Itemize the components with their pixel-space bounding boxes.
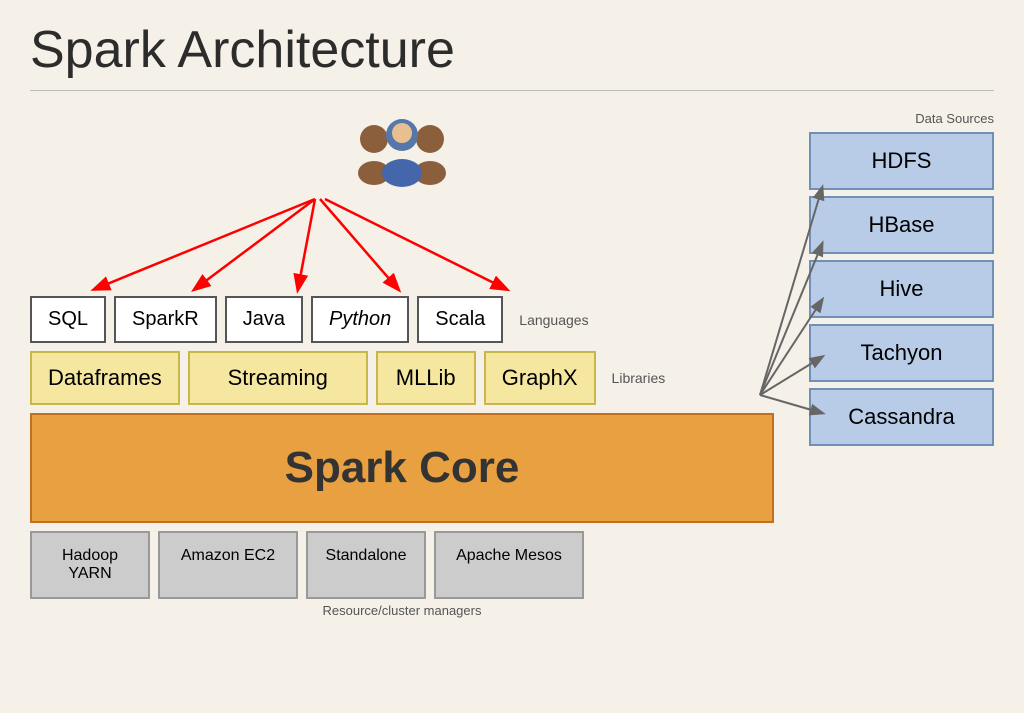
page-container: Spark Architecture (0, 0, 1024, 713)
datasource-hive: Hive (809, 260, 994, 318)
cluster-hadoop: HadoopYARN (30, 531, 150, 599)
languages-label: Languages (519, 312, 588, 328)
datasource-hdfs: HDFS (809, 132, 994, 190)
cluster-managers-row: HadoopYARN Amazon EC2 Standalone Apache … (30, 531, 774, 599)
lib-graphx: GraphX (484, 351, 596, 405)
lang-sql: SQL (30, 296, 106, 343)
cluster-mesos: Apache Mesos (434, 531, 584, 599)
data-sources-label: Data Sources (794, 111, 994, 126)
divider (30, 90, 994, 91)
spark-core-text: Spark Core (285, 443, 520, 492)
user-group-icon (352, 111, 452, 196)
lib-dataframes: Dataframes (30, 351, 180, 405)
lang-python: Python (311, 296, 409, 343)
libraries-label: Libraries (612, 370, 666, 386)
datasource-hbase: HBase (809, 196, 994, 254)
lang-sparkr: SparkR (114, 296, 217, 343)
left-section: SQL SparkR Java Python Scala Languages D… (30, 111, 774, 618)
cluster-label: Resource/cluster managers (30, 603, 774, 618)
lang-scala: Scala (417, 296, 503, 343)
user-icon-area (30, 111, 774, 201)
page-title: Spark Architecture (30, 20, 994, 80)
lib-streaming: Streaming (188, 351, 368, 405)
spark-core-box: Spark Core (30, 413, 774, 523)
lib-mllib: MLLib (376, 351, 476, 405)
cluster-standalone: Standalone (306, 531, 426, 599)
libraries-row: Dataframes Streaming MLLib GraphX Librar… (30, 351, 774, 405)
cluster-ec2: Amazon EC2 (158, 531, 298, 599)
languages-row: SQL SparkR Java Python Scala Languages (30, 296, 774, 343)
right-section: Data Sources HDFS HBase Hive Tachyon Cas… (794, 111, 994, 618)
main-layout: SQL SparkR Java Python Scala Languages D… (30, 111, 994, 618)
lang-java: Java (225, 296, 303, 343)
datasource-tachyon: Tachyon (809, 324, 994, 382)
datasource-cassandra: Cassandra (809, 388, 994, 446)
